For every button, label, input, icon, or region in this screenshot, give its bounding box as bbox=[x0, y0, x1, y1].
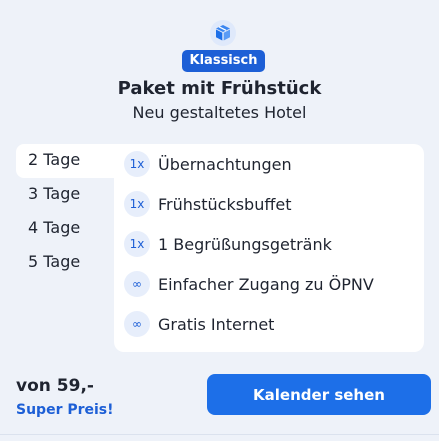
infinity-icon: ∞ bbox=[124, 271, 150, 297]
divider bbox=[0, 434, 439, 435]
package-badge: Klassisch bbox=[182, 50, 265, 72]
price-label: von 59,- bbox=[16, 376, 94, 396]
feature-label: Einfacher Zugang zu ÖPNV bbox=[158, 274, 374, 294]
infinity-icon: ∞ bbox=[124, 311, 150, 337]
feature-item: 1x 1 Begrüßungsgetränk bbox=[124, 229, 332, 259]
feature-label: Gratis Internet bbox=[158, 314, 275, 334]
feature-label: 1 Begrüßungsgetränk bbox=[158, 234, 332, 254]
duration-tab-3-days[interactable]: 3 Tage bbox=[16, 178, 114, 212]
quantity-badge: 1x bbox=[124, 231, 150, 257]
duration-tab-5-days[interactable]: 5 Tage bbox=[16, 246, 114, 280]
duration-tab-2-days[interactable]: 2 Tage bbox=[16, 144, 114, 178]
quantity-badge: 1x bbox=[124, 151, 150, 177]
package-subtitle: Neu gestaltetes Hotel bbox=[132, 103, 307, 122]
feature-label: Frühstücksbuffet bbox=[158, 194, 292, 214]
package-title: Paket mit Frühstück bbox=[117, 78, 322, 99]
feature-item: 1x Übernachtungen bbox=[124, 149, 292, 179]
calendar-button[interactable]: Kalender sehen bbox=[207, 374, 431, 415]
feature-label: Übernachtungen bbox=[158, 154, 292, 174]
feature-item: 1x Frühstücksbuffet bbox=[124, 189, 291, 219]
duration-tabs: 2 Tage 3 Tage 4 Tage 5 Tage bbox=[16, 144, 114, 280]
package-cube-icon bbox=[210, 20, 236, 46]
quantity-badge: 1x bbox=[124, 191, 150, 217]
feature-item: ∞ Gratis Internet bbox=[124, 309, 274, 339]
feature-item: ∞ Einfacher Zugang zu ÖPNV bbox=[124, 269, 374, 299]
duration-tab-4-days[interactable]: 4 Tage bbox=[16, 212, 114, 246]
features-panel: 1x Übernachtungen 1x Frühstücksbuffet 1x… bbox=[114, 144, 424, 352]
price-note: Super Preis! bbox=[16, 402, 114, 418]
